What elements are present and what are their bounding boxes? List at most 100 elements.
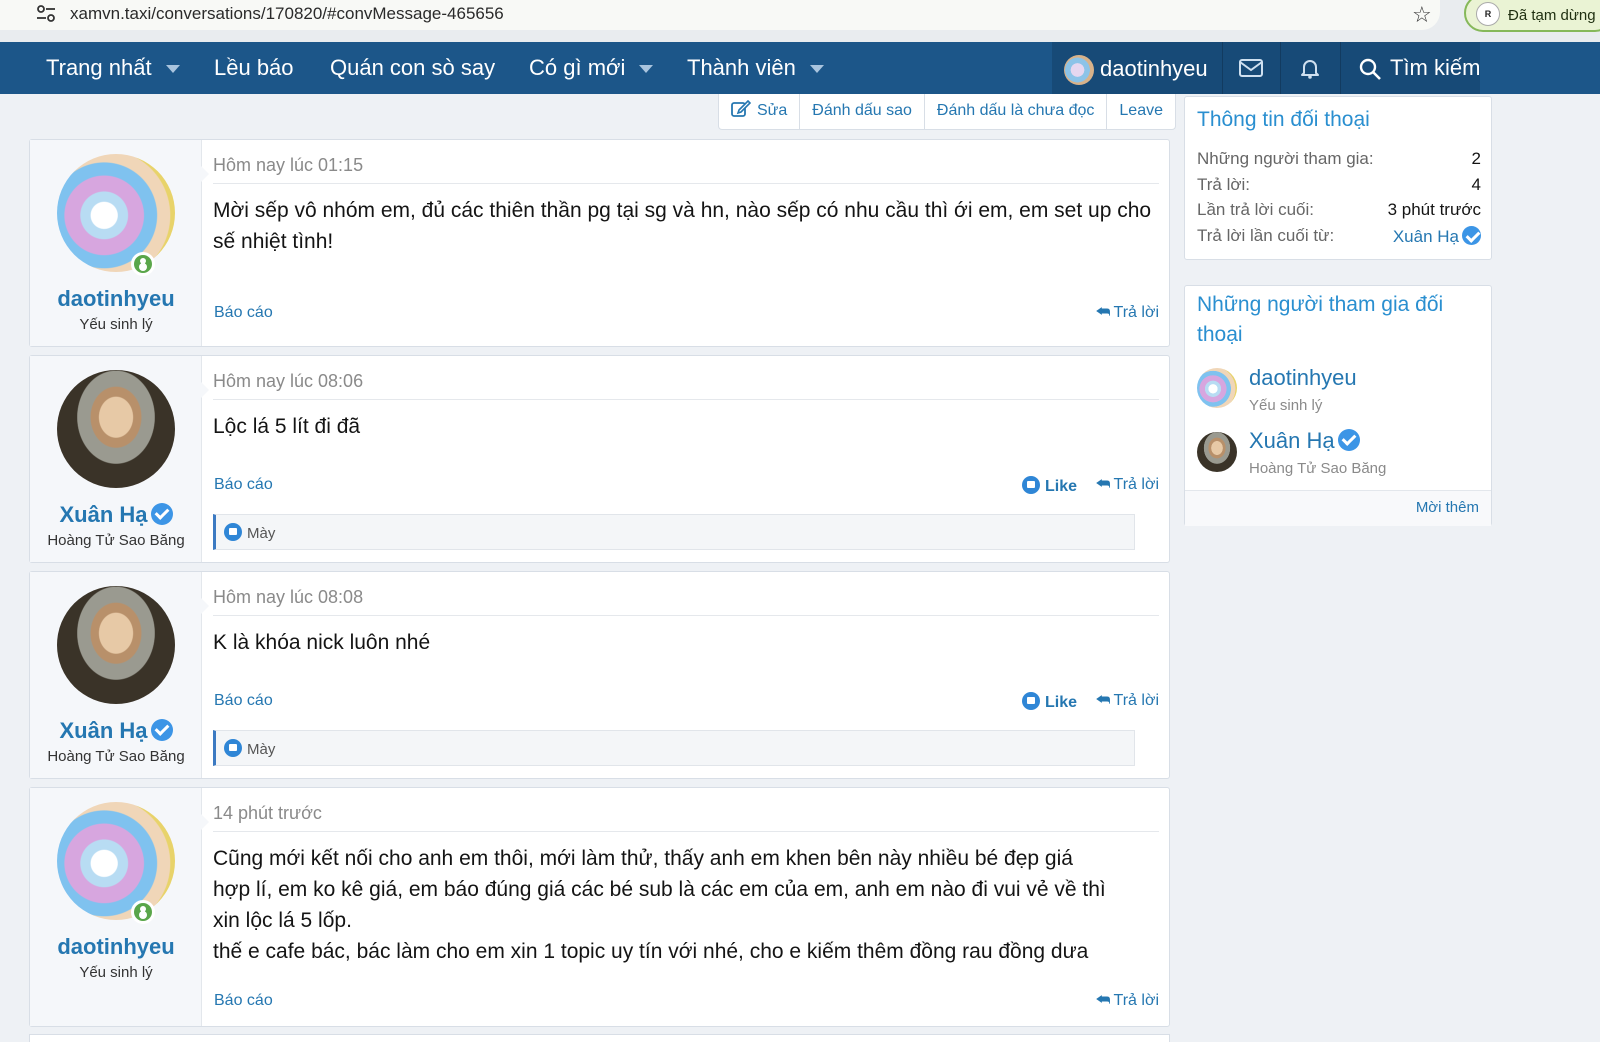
conversation-info-box: Thông tin đối thoại Những người tham gia… [1184, 96, 1492, 260]
info-row-replies: Trả lời: 4 [1197, 175, 1481, 199]
reply-button[interactable]: ⮪ Trả lời [1096, 992, 1159, 1010]
message-line: xin lộc lá 5 lốp. [213, 909, 352, 932]
info-value: 4 [1471, 175, 1481, 194]
message-time[interactable]: 14 phút trước [213, 803, 322, 824]
message-author-name[interactable]: Xuân Hạ [30, 502, 202, 528]
info-row-participants: Những người tham gia: 2 [1197, 149, 1481, 173]
conversation-actions: Sửa Đánh dấu sao Đánh dấu là chưa đọc Le… [718, 94, 1176, 130]
nav-tab-whats-new[interactable]: Có gì mới [529, 42, 654, 94]
participant-title: Hoàng Tử Sao Băng [1249, 460, 1387, 477]
main-nav: Trang nhất Lều báo Quán con sò say Có gì… [0, 42, 1600, 94]
info-key: Trả lời lần cuối từ: [1197, 226, 1335, 245]
info-value: 2 [1471, 149, 1481, 168]
inbox-envelope-icon[interactable] [1238, 56, 1264, 80]
mark-unread-button[interactable]: Đánh dấu là chưa đọc [925, 94, 1108, 129]
edit-label: Sửa [757, 102, 788, 119]
message-author-name[interactable]: daotinhyeu [30, 934, 202, 960]
author-name-text: Xuân Hạ [59, 718, 148, 743]
message-item: Xuân Hạ Hoàng Tử Sao Băng Hôm nay lúc 08… [29, 571, 1170, 779]
message-author-cell: Xuân Hạ Hoàng Tử Sao Băng [30, 356, 209, 562]
message-divider [213, 615, 1159, 616]
message-item: Xuân Hạ Hoàng Tử Sao Băng Hôm nay lúc 08… [29, 355, 1170, 563]
edit-pencil-icon [731, 99, 752, 117]
online-status-icon [131, 900, 155, 924]
report-link[interactable]: Báo cáo [214, 992, 273, 1010]
reactions-bar[interactable]: Mày [213, 514, 1135, 550]
message-line: thế e cafe bác, bác làm cho em xin 1 top… [213, 940, 1089, 963]
message-author-name[interactable]: Xuân Hạ [30, 718, 202, 744]
avatar[interactable] [57, 154, 175, 272]
profile-paused-button[interactable]: R Đã tạm dừng [1464, 0, 1600, 32]
message-author-title: Hoàng Tử Sao Băng [47, 532, 185, 549]
message-time[interactable]: Hôm nay lúc 01:15 [213, 155, 363, 176]
chevron-down-icon[interactable] [165, 65, 180, 74]
leave-conversation-button[interactable]: Leave [1107, 94, 1175, 129]
nav-tab-home[interactable]: Trang nhất [46, 42, 180, 94]
message-author-name[interactable]: daotinhyeu [30, 286, 202, 312]
reactions-user[interactable]: Mày [247, 525, 275, 542]
nav-username: daotinhyeu [1100, 56, 1208, 81]
nav-tab-forum[interactable]: Quán con sò say [330, 42, 495, 94]
nav-tab-home-label: Trang nhất [46, 55, 152, 80]
conversation-info-title: Thông tin đối thoại [1197, 108, 1370, 131]
url-text[interactable]: xamvn.taxi/conversations/170820/#convMes… [70, 4, 504, 24]
reply-button[interactable]: ⮪ Trả lời [1096, 476, 1159, 494]
reply-button[interactable]: ⮪ Trả lời [1096, 692, 1159, 710]
chevron-down-icon[interactable] [809, 65, 824, 74]
nav-tab-forum-label: Quán con sò say [330, 55, 496, 80]
reactions-user[interactable]: Mày [247, 741, 275, 758]
star-label: Đánh dấu sao [812, 102, 912, 119]
avatar[interactable] [1197, 432, 1237, 472]
nav-search-button[interactable]: Tìm kiếm [1358, 42, 1480, 94]
thumbs-up-icon [1021, 692, 1040, 710]
report-link[interactable]: Báo cáo [214, 476, 273, 494]
site-settings-icon[interactable] [36, 5, 56, 23]
edit-button[interactable]: Sửa [719, 94, 801, 129]
avatar[interactable] [1197, 368, 1237, 408]
paused-label: Đã tạm dừng [1508, 7, 1596, 24]
nav-user-avatar [1064, 55, 1094, 86]
nav-tab-news[interactable]: Lều báo [214, 42, 294, 94]
chevron-down-icon[interactable] [639, 65, 654, 74]
message-time[interactable]: Hôm nay lúc 08:06 [213, 371, 363, 392]
like-button[interactable]: Like [1021, 692, 1077, 712]
reply-button[interactable]: ⮪ Trả lời [1096, 304, 1159, 322]
nav-divider [1280, 42, 1281, 94]
message-item: daotinhyeu Yếu sinh lý 14 phút trước Cũn… [29, 787, 1170, 1027]
report-link[interactable]: Báo cáo [214, 304, 273, 322]
message-divider [213, 183, 1159, 184]
verified-badge-icon [150, 503, 173, 525]
invite-more-link[interactable]: Mời thêm [1416, 499, 1479, 516]
avatar[interactable] [57, 802, 175, 920]
message-content: Hôm nay lúc 01:15 Mời sếp vô nhóm em, đủ… [213, 140, 1159, 348]
last-reply-user-link[interactable]: Xuân Hạ [1393, 226, 1481, 247]
participants-box: Những người tham gia đối thoại daotinhye… [1184, 285, 1492, 526]
nav-tab-members[interactable]: Thành viên [687, 42, 824, 94]
info-row-last-reply: Lần trả lời cuối: 3 phút trước [1197, 200, 1481, 224]
bookmark-star-icon[interactable]: ☆ [1412, 2, 1432, 28]
report-link[interactable]: Báo cáo [214, 692, 273, 710]
address-field[interactable]: xamvn.taxi/conversations/170820/#convMes… [0, 0, 1440, 30]
profile-avatar: R [1476, 2, 1500, 26]
avatar[interactable] [57, 370, 175, 488]
bell-icon[interactable] [1297, 56, 1323, 80]
like-button[interactable]: Like [1021, 476, 1077, 496]
message-author-title: Hoàng Tử Sao Băng [47, 748, 185, 765]
message-footer: Báo cáo Like ⮪ Trả lời [213, 692, 1159, 716]
participants-footer: Mời thêm [1185, 490, 1491, 526]
search-icon [1359, 58, 1381, 81]
unread-label: Đánh dấu là chưa đọc [936, 102, 1095, 119]
star-conversation-button[interactable]: Đánh dấu sao [800, 94, 925, 129]
thumbs-up-icon [1021, 476, 1040, 494]
participant-name[interactable]: daotinhyeu [1249, 365, 1357, 391]
message-body: Mời sếp vô nhóm em, đủ các thiên thần pg… [213, 199, 1152, 253]
avatar[interactable] [57, 586, 175, 704]
participants-title-line: Những người tham gia đối [1197, 293, 1444, 316]
reactions-bar[interactable]: Mày [213, 730, 1135, 766]
message-line: Cũng mới kết nối cho anh em thôi, mới là… [213, 847, 1073, 870]
participant-name[interactable]: Xuân Hạ [1249, 428, 1360, 454]
nav-account-button[interactable]: daotinhyeu [1064, 54, 1208, 86]
message-divider [213, 831, 1159, 832]
message-time[interactable]: Hôm nay lúc 08:08 [213, 587, 363, 608]
like-label: Like [1044, 478, 1077, 495]
